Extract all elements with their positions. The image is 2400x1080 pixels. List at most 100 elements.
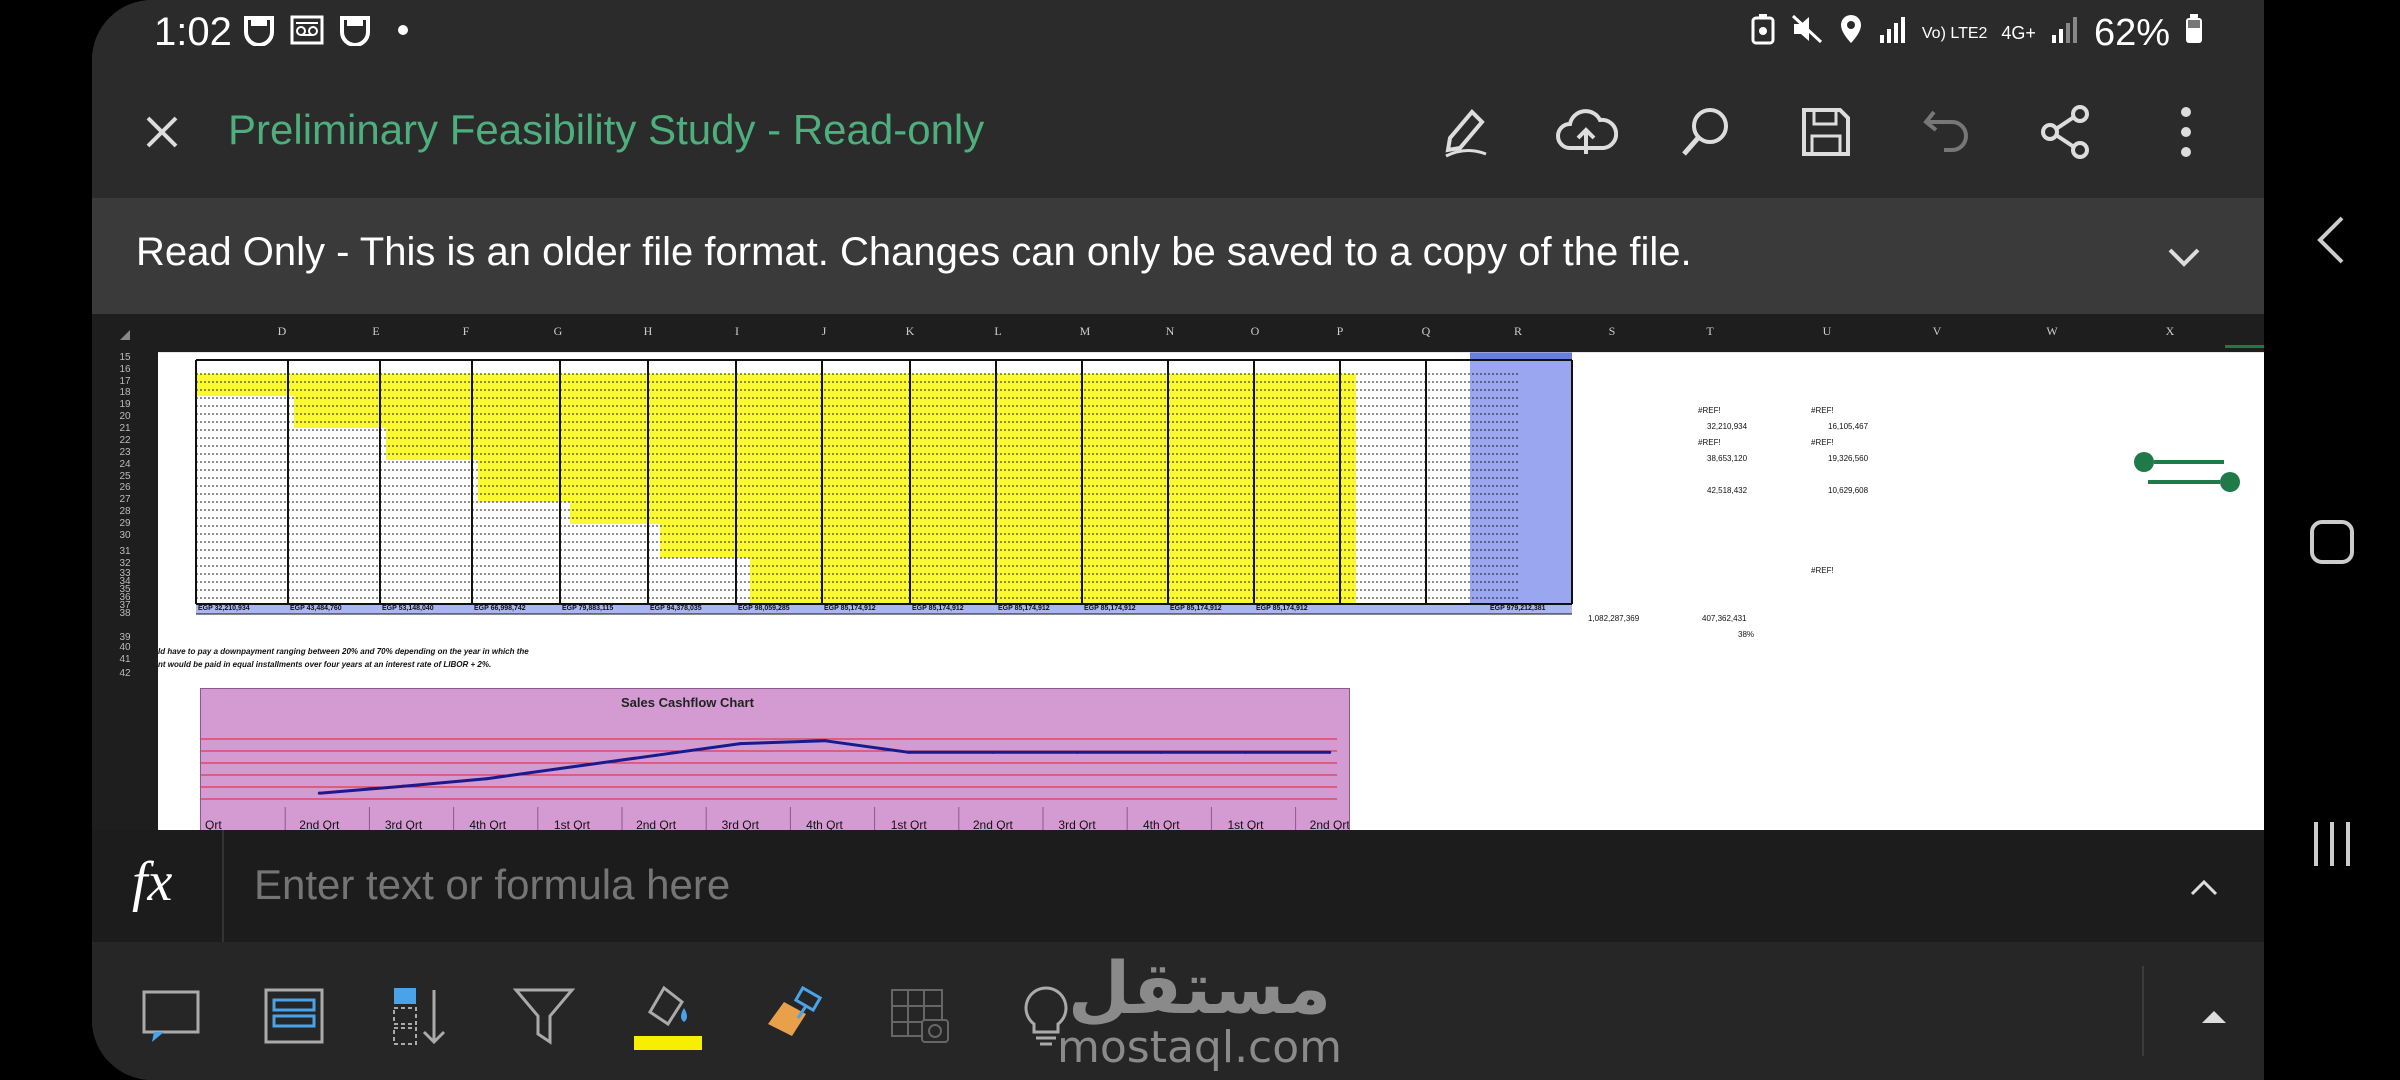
row-header-28[interactable]: 28 xyxy=(92,506,158,517)
scroll-handle-icon[interactable] xyxy=(2132,452,2242,492)
save-button[interactable] xyxy=(1788,98,1864,166)
column-header-u[interactable]: U xyxy=(1763,324,1891,339)
column-header-k[interactable]: K xyxy=(867,324,953,339)
column-header-d[interactable]: D xyxy=(235,324,329,339)
column-header-o[interactable]: O xyxy=(1212,324,1298,339)
column-header-i[interactable]: I xyxy=(693,324,781,339)
row-header-27[interactable]: 27 xyxy=(92,494,158,505)
row-header-38[interactable]: 38 xyxy=(92,608,158,619)
row-header-17[interactable]: 17 xyxy=(92,376,158,387)
row-header-24[interactable]: 24 xyxy=(92,459,158,470)
freeze-panes-button[interactable] xyxy=(256,978,332,1054)
total-cell[interactable]: EGP 43,484,760 xyxy=(290,605,342,612)
total-cell[interactable]: EGP 94,378,035 xyxy=(650,605,702,612)
row-header-40[interactable]: 40 xyxy=(92,642,158,653)
column-header-q[interactable]: Q xyxy=(1383,324,1469,339)
column-header-m[interactable]: M xyxy=(1042,324,1128,339)
total-cell[interactable]: EGP 85,174,912 xyxy=(912,605,964,612)
spreadsheet-grid[interactable]: DEFGHIJKLMNOPQRSTUVWXY 15161718192021222… xyxy=(92,314,2264,830)
total-cell[interactable]: EGP 85,174,912 xyxy=(824,605,876,612)
cell-u19[interactable]: #REF! xyxy=(1811,438,1834,447)
total-cell[interactable]: EGP 98,059,285 xyxy=(738,605,790,612)
row-header-22[interactable]: 22 xyxy=(92,435,158,446)
nav-recents-button[interactable] xyxy=(2304,816,2360,872)
row-header-25[interactable]: 25 xyxy=(92,471,158,482)
total-cell[interactable]: EGP 85,174,912 xyxy=(998,605,1050,612)
cell-t18[interactable]: 32,210,934 xyxy=(1707,422,1747,431)
column-header-p[interactable]: P xyxy=(1297,324,1383,339)
undo-button[interactable] xyxy=(1908,98,1984,166)
row-header-26[interactable]: 26 xyxy=(92,482,158,493)
column-header-y[interactable]: Y xyxy=(2225,324,2264,348)
formula-expand-button[interactable] xyxy=(2184,868,2224,908)
column-header-s[interactable]: S xyxy=(1567,324,1657,339)
row-header-29[interactable]: 29 xyxy=(92,518,158,529)
row-header-18[interactable]: 18 xyxy=(92,387,158,398)
column-header-r[interactable]: R xyxy=(1467,324,1569,339)
row-header-41[interactable]: 41 xyxy=(92,654,158,665)
cell-u20[interactable]: 19,326,560 xyxy=(1828,454,1868,463)
sort-button[interactable] xyxy=(382,978,458,1054)
total-cell[interactable]: EGP 32,210,934 xyxy=(198,605,250,612)
fx-icon[interactable]: fx xyxy=(132,850,172,914)
banner-expand-button[interactable] xyxy=(2160,232,2208,280)
row-header-30[interactable]: 30 xyxy=(92,530,158,541)
nav-home-button[interactable] xyxy=(2304,514,2360,570)
total-cell[interactable]: EGP 66,998,742 xyxy=(474,605,526,612)
column-header-f[interactable]: F xyxy=(420,324,512,339)
column-header-x[interactable]: X xyxy=(2111,324,2229,339)
cell-t20[interactable]: 38,653,120 xyxy=(1707,454,1747,463)
total-cell[interactable]: EGP 85,174,912 xyxy=(1256,605,1308,612)
format-painter-button[interactable] xyxy=(756,978,832,1054)
column-header-n[interactable]: N xyxy=(1128,324,1212,339)
row-header-16[interactable]: 16 xyxy=(92,364,158,375)
column-header-l[interactable]: L xyxy=(954,324,1042,339)
note-line-2[interactable]: nt would be paid in equal installments o… xyxy=(158,660,491,669)
cell-t32[interactable]: 38% xyxy=(1738,630,1754,639)
cell-t19[interactable]: #REF! xyxy=(1698,438,1721,447)
column-header-w[interactable]: W xyxy=(1993,324,2111,339)
draw-button[interactable] xyxy=(1428,98,1504,166)
comment-button[interactable] xyxy=(132,978,208,1054)
cell-u17[interactable]: #REF! xyxy=(1811,406,1834,415)
formula-input[interactable] xyxy=(252,860,1856,910)
row-header-15[interactable]: 15 xyxy=(92,352,158,363)
row-header-23[interactable]: 23 xyxy=(92,447,158,458)
row-header-19[interactable]: 19 xyxy=(92,399,158,410)
row-header-42[interactable]: 42 xyxy=(92,668,158,679)
select-all-icon[interactable] xyxy=(118,328,132,342)
search-button[interactable] xyxy=(1668,98,1744,166)
cell-u28[interactable]: #REF! xyxy=(1811,566,1834,575)
share-button[interactable] xyxy=(2028,98,2104,166)
cell-u22[interactable]: 10,629,608 xyxy=(1828,486,1868,495)
fill-color-button[interactable] xyxy=(630,978,706,1054)
column-header-h[interactable]: H xyxy=(603,324,693,339)
cell-t17[interactable]: #REF! xyxy=(1698,406,1721,415)
row-header-20[interactable]: 20 xyxy=(92,411,158,422)
cell-t31[interactable]: 407,362,431 xyxy=(1702,614,1747,623)
column-header-j[interactable]: J xyxy=(781,324,867,339)
column-header-v[interactable]: V xyxy=(1891,324,1983,339)
total-cell[interactable]: EGP 79,883,115 xyxy=(562,605,613,612)
column-header-e[interactable]: E xyxy=(330,324,422,339)
column-header-t[interactable]: T xyxy=(1657,324,1763,339)
filter-button[interactable] xyxy=(506,978,582,1054)
cell-u18[interactable]: 16,105,467 xyxy=(1828,422,1868,431)
upload-button[interactable] xyxy=(1548,98,1624,166)
note-line-1[interactable]: ld have to pay a downpayment ranging bet… xyxy=(158,647,529,656)
insert-picture-button[interactable] xyxy=(882,978,958,1054)
total-cell[interactable]: EGP 979,212,381 xyxy=(1490,605,1546,612)
expand-toolbar-button[interactable] xyxy=(2176,978,2252,1054)
column-header-g[interactable]: G xyxy=(512,324,604,339)
total-cell[interactable]: EGP 85,174,912 xyxy=(1084,605,1136,612)
close-button[interactable] xyxy=(132,102,192,162)
sales-cashflow-chart[interactable]: Sales Cashflow Chart Qrt 2nd Qrt 3rd Qrt 4t… xyxy=(200,688,1350,830)
cell-s31[interactable]: 1,082,287,369 xyxy=(1588,614,1639,623)
row-header-31[interactable]: 31 xyxy=(92,546,158,557)
cell-t22[interactable]: 42,518,432 xyxy=(1707,486,1747,495)
total-cell[interactable]: EGP 85,174,912 xyxy=(1170,605,1222,612)
more-options-button[interactable] xyxy=(2148,98,2224,166)
row-header-21[interactable]: 21 xyxy=(92,423,158,434)
total-cell[interactable]: EGP 53,148,040 xyxy=(382,605,434,612)
nav-back-button[interactable] xyxy=(2304,212,2360,268)
